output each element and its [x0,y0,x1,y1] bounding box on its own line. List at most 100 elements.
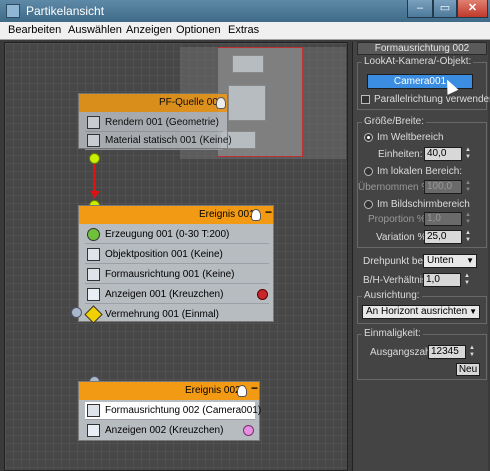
parallel-checkbox[interactable] [361,95,370,104]
app-icon [6,4,20,18]
uniqueness-group: Einmaligkeit: Ausgangszahl: 12345 ▲ ▼ Neu [357,328,487,380]
event1-header[interactable]: Ereignis 001 − [79,205,273,224]
lookat-group: LookAt-Kamera/-Objekt: Camera001 Paralle… [357,56,490,110]
operator-label: Vermehrung 001 (Einmal) [105,309,219,320]
new-seed-button[interactable]: Neu [456,363,480,376]
shape-facing-icon [87,268,100,281]
event1-title: Ereignis 001 [199,209,255,220]
orientation-value: An Horizont ausrichten [366,306,468,317]
inherit-spinner[interactable]: 100,0 [424,180,462,194]
display-icon [87,424,100,437]
chevron-down-icon: ▼ [466,256,474,265]
operator-row[interactable]: Anzeigen 001 (Kreuzchen) [85,286,269,304]
screen-radio[interactable] [364,200,373,209]
pivot-label: Drehpunkt bei: [363,256,429,267]
inherit-label: Übernommen % [358,182,431,193]
source-node[interactable]: PF-Quelle 001 Rendern 001 (Geometrie) Ma… [78,93,232,150]
menu-anzeigen[interactable]: Anzeigen [126,24,172,36]
lookat-label: LookAt-Kamera/-Objekt: [362,56,474,67]
pivot-value: Unten [427,255,454,266]
operator-row[interactable]: Erzeugung 001 (0-30 T:200) [85,226,269,244]
operator-label: Anzeigen 002 (Kreuzchen) [105,425,224,436]
event2-title: Ereignis 002 [185,385,241,396]
spinner-arrows-icon[interactable]: ▲ ▼ [464,230,472,244]
event2-header[interactable]: Ereignis 002 − [79,381,259,400]
pivot-dropdown[interactable]: Unten ▼ [423,254,477,268]
menu-bearbeiten[interactable]: Bearbeiten [8,24,61,36]
operator-row[interactable]: Vermehrung 001 (Einmal) [84,305,269,324]
birth-icon [87,228,100,241]
particle-view-window: Partikelansicht – ▭ ✕ Bearbeiten Auswähl… [0,0,490,471]
variation-spinner[interactable]: 25,0 [424,230,462,244]
event-node-1[interactable]: Ereignis 001 − Erzeugung 001 (0-30 T:200… [78,205,274,324]
display-color-swatch[interactable] [257,289,268,300]
operator-row[interactable]: Formausrichtung 001 (Keine) [85,266,269,284]
orientation-group: Ausrichtung: An Horizont ausrichten ▼ [357,290,487,324]
spinner-arrows-icon[interactable]: ▲ ▼ [464,212,472,226]
seed-spinner[interactable]: 12345 [428,345,466,359]
screen-label: Im Bildschirmbereich [377,199,470,210]
chevron-down-icon: ▼ [469,307,477,316]
material-icon [87,134,100,147]
operator-row[interactable]: Objektposition 001 (Keine) [85,246,269,264]
operator-label: Material statisch 001 (Keine) [105,135,232,146]
spinner-arrows-icon[interactable]: ▲ ▼ [464,180,472,194]
operator-label: Erzeugung 001 (0-30 T:200) [105,229,230,240]
collapse-icon[interactable]: − [251,381,258,395]
seed-label: Ausgangszahl: [370,347,436,358]
source-node-header[interactable]: PF-Quelle 001 [79,94,227,112]
variation-label: Variation % [376,232,427,243]
navigator-node [228,85,266,121]
navigator-node [232,55,264,73]
menu-optionen[interactable]: Optionen [176,24,221,36]
units-label: Einheiten: [378,149,423,160]
size-group: Größe/Breite: Im Weltbereich Einheiten: … [357,116,487,248]
display-icon [87,288,100,301]
local-label: Im lokalen Bereich: [377,166,463,177]
minimize-button[interactable]: – [407,0,433,18]
maximize-button[interactable]: ▭ [433,0,457,18]
uniqueness-label: Einmaligkeit: [362,328,423,339]
operator-row[interactable]: Material statisch 001 (Keine) [85,132,232,150]
source-output-port[interactable] [89,153,100,164]
operator-row-selected[interactable]: Formausrichtung 002 (Camera001) [85,402,261,420]
spinner-arrows-icon[interactable]: ▲ ▼ [464,147,472,161]
operator-label: Rendern 001 (Geometrie) [105,117,219,128]
lightbulb-icon[interactable] [216,97,226,109]
wire-arrow-icon [90,191,100,198]
display-color-swatch[interactable] [243,425,254,436]
aspect-spinner[interactable]: 1,0 [423,273,461,287]
menu-bar: Bearbeiten Auswählen Anzeigen Optionen E… [0,22,490,40]
units-spinner[interactable]: 40,0 [424,147,462,161]
spinner-arrows-icon[interactable]: ▲ ▼ [468,345,476,359]
world-radio[interactable] [364,133,373,142]
operator-label: Objektposition 001 (Keine) [105,249,223,260]
lightbulb-icon[interactable] [251,209,261,221]
world-label: Im Weltbereich [377,132,444,143]
menu-auswaehlen[interactable]: Auswählen [68,24,122,36]
spawn-output-port[interactable] [71,307,82,318]
operator-row[interactable]: Rendern 001 (Geometrie) [85,114,223,132]
operator-row[interactable]: Anzeigen 002 (Kreuzchen) [85,422,255,440]
lightbulb-icon[interactable] [237,385,247,397]
rollout-title[interactable]: Formausrichtung 002 [357,42,487,55]
size-label: Größe/Breite: [362,116,427,127]
position-object-icon [87,248,100,261]
local-radio[interactable] [364,167,373,176]
proportion-spinner[interactable]: 1,0 [424,212,462,226]
menu-extras[interactable]: Extras [228,24,259,36]
orientation-dropdown[interactable]: An Horizont ausrichten ▼ [362,305,480,319]
spawn-icon [84,305,103,324]
event-node-2[interactable]: Ereignis 002 − Formausrichtung 002 (Came… [78,381,261,441]
aspect-label: B/H-Verhältnis: [363,275,430,286]
collapse-icon[interactable]: − [265,205,272,219]
proportion-label: Proportion % [368,214,426,225]
title-bar: Partikelansicht – ▭ ✕ [0,0,490,22]
spinner-arrows-icon[interactable]: ▲ ▼ [463,273,471,287]
particle-diagram-canvas[interactable]: PF-Quelle 001 Rendern 001 (Geometrie) Ma… [4,42,348,471]
orientation-label: Ausrichtung: [362,290,422,301]
render-icon [87,116,100,129]
operator-label: Anzeigen 001 (Kreuzchen) [105,289,224,300]
window-title: Partikelansicht [26,4,105,18]
close-button[interactable]: ✕ [457,0,488,18]
